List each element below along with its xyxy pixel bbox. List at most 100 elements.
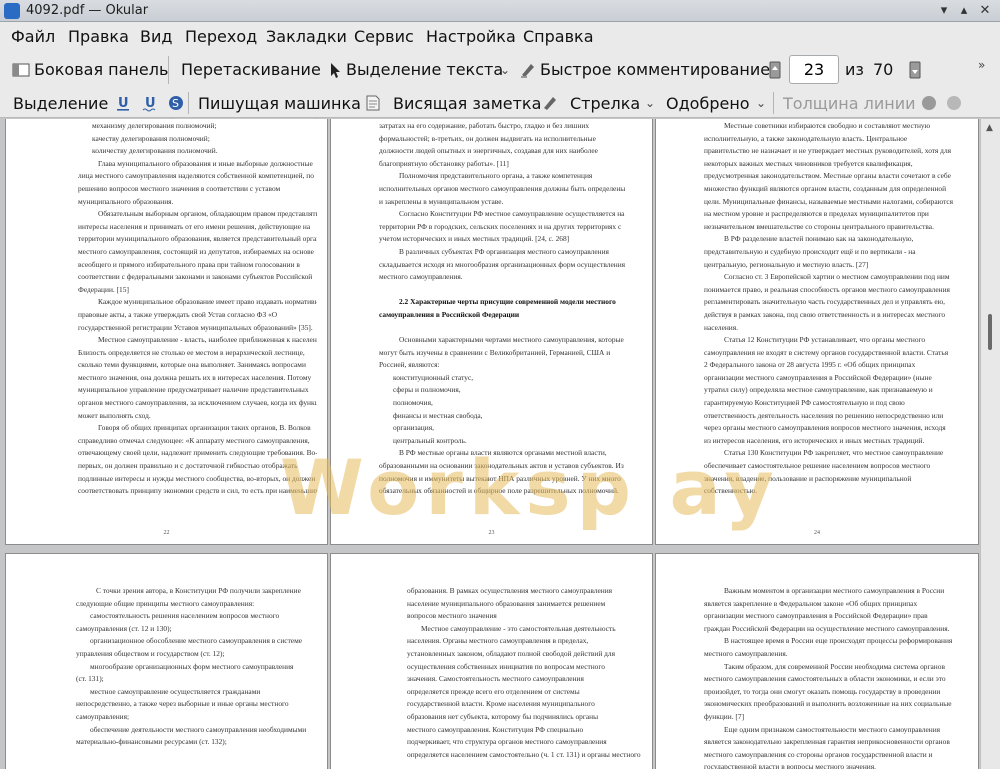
text-line: количеству делегирования полномочий.	[92, 145, 317, 158]
toolbar-separator	[773, 92, 774, 114]
text-line: и закреплены в муниципальном уставе.	[379, 196, 504, 206]
previous-page-icon[interactable]	[766, 61, 784, 79]
menu-edit[interactable]: Правка	[68, 27, 129, 46]
text-line: Каждое муниципальное образование имеет п…	[98, 297, 317, 307]
toolbar-overflow-icon[interactable]: »	[978, 58, 985, 72]
text-line: территории муниципального образования, я…	[78, 234, 317, 244]
minimize-icon[interactable]: ▾	[936, 3, 952, 19]
text-line: обязательных обязанностей и общирное пол…	[379, 486, 619, 496]
close-icon[interactable]: ✕	[977, 3, 993, 19]
text-line: многообразие организационных форм местно…	[90, 661, 317, 674]
sidebar-button[interactable]: Боковая панель	[34, 60, 168, 79]
text-line: Местное самоуправление - власть, наиболе…	[98, 335, 317, 345]
pop-up-note-button[interactable]: Висящая заметка	[393, 94, 541, 113]
strikeout-icon[interactable]: S	[167, 94, 185, 112]
text-line: населения.	[704, 322, 739, 332]
color-icon	[922, 96, 936, 110]
text-line: государственной власти. Кроме населения …	[407, 699, 595, 709]
text-line: представительную и судебную происходит е…	[704, 246, 916, 256]
document-view[interactable]: механизму делегирования полномочий;качес…	[0, 119, 980, 769]
menu-bar: Файл Правка Вид Переход Закладки Сервис …	[0, 22, 1000, 52]
maximize-icon[interactable]: ▴	[956, 3, 972, 19]
text-line: местного значения, она должна решать их …	[78, 372, 312, 382]
text-line: правительство не назначает и не утвержда…	[704, 146, 952, 156]
text-line: незначительном вмешательстве со стороны …	[704, 221, 934, 231]
underline-icon[interactable]: U	[114, 94, 132, 112]
text-line: подлинные интересы и нужды местного сооб…	[78, 473, 316, 483]
title-bar: 4092.pdf — Okular ▾ ▴ ✕	[0, 0, 1000, 22]
window-title: 4092.pdf — Okular	[26, 3, 149, 18]
note-icon	[366, 95, 380, 111]
text-line: Еще одним признаком самостоятельности ме…	[724, 724, 941, 734]
menu-help[interactable]: Справка	[523, 27, 594, 46]
text-line: местного самоуправления.	[379, 272, 463, 282]
text-line: определяется населением самостоятельно (…	[407, 749, 641, 759]
text-line: В РФ местные органы власти являются орга…	[399, 448, 607, 458]
menu-go[interactable]: Переход	[185, 27, 257, 46]
text-line: предусмотренная законодательством. Местн…	[704, 171, 951, 181]
text-line: учетом исторических и иных местных тради…	[379, 234, 570, 244]
menu-tools[interactable]: Сервис	[354, 27, 414, 46]
text-line: управления обществом и государством (ст.…	[76, 648, 225, 658]
text-line: Россией, являются:	[379, 360, 440, 370]
text-line: самоуправления в Российской Федерации	[379, 309, 520, 319]
vertical-scrollbar[interactable]: ▲	[980, 119, 1000, 769]
chevron-down-icon[interactable]: ⌄	[645, 96, 655, 110]
menu-settings[interactable]: Настройка	[426, 27, 516, 46]
typewriter-button[interactable]: Пишущая машинка	[198, 94, 361, 113]
text-line: правовые акты, а также утверждать свой У…	[78, 309, 278, 319]
line-width-button: Толщина линии	[783, 94, 916, 113]
page-number-label: 23	[488, 530, 495, 536]
text-line	[379, 284, 642, 297]
text-line: С точки зрения автора, в Конституции РФ …	[96, 586, 301, 595]
text-line: самоуправления (ст. 12 и 130);	[76, 623, 172, 633]
text-line: местного самоуправления, состоящий из де…	[78, 246, 314, 256]
text-line: является законодательно закрепленная гар…	[704, 737, 950, 747]
text-line	[379, 322, 642, 335]
pdf-page: образования. В рамках осуществления мест…	[330, 553, 653, 769]
text-line: гарантируемую Конституцией РФ самостояте…	[704, 398, 905, 408]
text-line: всеобщего и прямого избирательного права…	[78, 259, 300, 269]
text-line: через органы местного самоуправления воп…	[704, 423, 946, 433]
text-line: организационное обособление местного сам…	[90, 635, 317, 648]
stamp-button[interactable]: Одобрено	[666, 94, 750, 113]
text-line: обеспечение деятельности местного самоуп…	[90, 724, 317, 737]
text-line: следующие общие принципы местного самоуп…	[76, 598, 255, 608]
menu-view[interactable]: Вид	[140, 27, 172, 46]
text-line: полномочия,	[393, 397, 642, 410]
arrow-tool-icon	[544, 97, 556, 110]
text-line: соответствии с федеральными законами и з…	[78, 272, 313, 282]
pdf-page: С точки зрения автора, в Конституции РФ …	[5, 553, 328, 769]
squiggly-underline-icon[interactable]: U	[141, 94, 159, 112]
text-line: организации местного самоуправления в Ро…	[704, 611, 928, 621]
text-line: цели. Муниципальные финансы, называемые …	[704, 196, 954, 206]
chevron-down-icon[interactable]: ⌄	[500, 63, 510, 77]
page-number-input[interactable]: 23	[789, 55, 839, 84]
text-line: функции. [7]	[704, 711, 745, 721]
opacity-icon	[947, 96, 961, 110]
chevron-down-icon[interactable]: ⌄	[756, 96, 766, 110]
scroll-up-icon[interactable]: ▲	[986, 123, 993, 133]
next-page-icon[interactable]	[906, 61, 924, 79]
pdf-page: Местные советники избираются свободно и …	[655, 119, 979, 545]
scrollbar-thumb[interactable]	[988, 314, 992, 350]
quick-comment-button[interactable]: Быстрое комментирование	[540, 60, 770, 79]
text-line: государственной власти в вопросы местног…	[704, 762, 876, 769]
text-line: Основными характерными чертами местного …	[399, 335, 624, 345]
text-line: интересы населения и принимать от его им…	[78, 221, 311, 231]
menu-file[interactable]: Файл	[11, 27, 55, 46]
highlighter-icon	[521, 64, 534, 78]
main-toolbar: Боковая панель Перетаскивание Выделение …	[0, 52, 1000, 137]
select-tool-button[interactable]: Выделение	[13, 94, 108, 113]
text-cursor-icon	[331, 63, 340, 78]
pdf-page: механизму делегирования полномочий;качес…	[5, 119, 328, 545]
text-line: муниципальное управление предусматривает…	[78, 385, 309, 395]
text-line: качеству делегирования полномочий;	[92, 133, 317, 146]
text-line: образования нет субъекта, которому бы по…	[407, 711, 599, 721]
text-line: первых, он должен правильно и с достаточ…	[78, 461, 298, 471]
text-select-button[interactable]: Выделение текста	[346, 60, 503, 79]
menu-bookmarks[interactable]: Закладки	[266, 27, 347, 46]
text-line: материально-финансовыми ресурсами (ст. 1…	[76, 737, 227, 747]
text-line: Местное самоуправление - это самостоятел…	[421, 623, 642, 636]
arrow-tool-button[interactable]: Стрелка	[570, 94, 640, 113]
